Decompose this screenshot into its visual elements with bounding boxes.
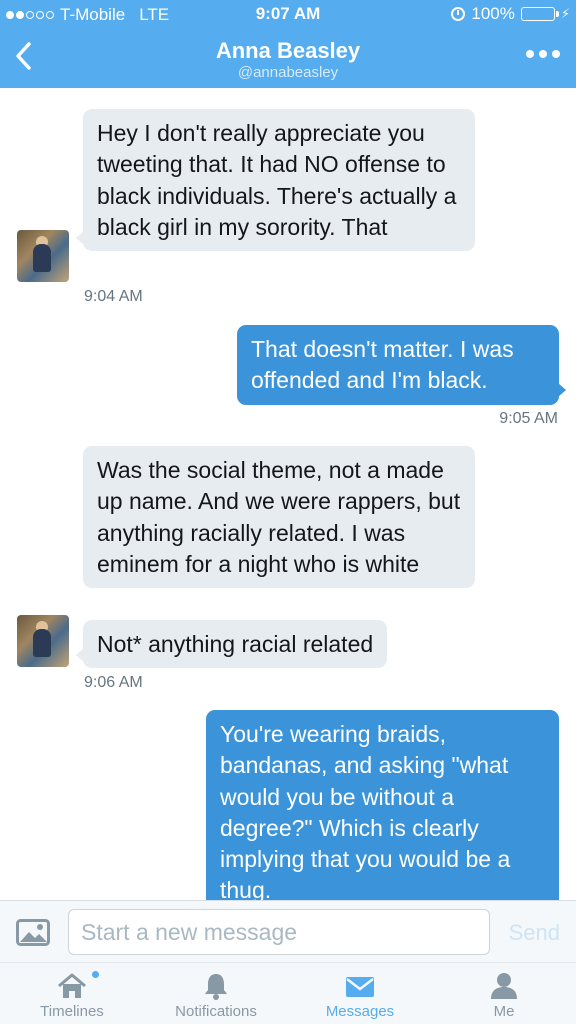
conversation-title[interactable]: Anna Beasley xyxy=(0,38,576,64)
tab-messages[interactable]: Messages xyxy=(288,963,432,1024)
bell-icon xyxy=(205,974,227,1000)
tab-label: Timelines xyxy=(40,1003,104,1020)
message-text: You're wearing braids, bandanas, and ask… xyxy=(220,721,511,900)
message-composer: Send xyxy=(0,900,576,962)
tab-notifications[interactable]: Notifications xyxy=(144,963,288,1024)
message-input[interactable] xyxy=(68,909,490,955)
message-bubble-incoming[interactable]: Not* anything racial related xyxy=(75,620,388,669)
tab-me[interactable]: Me xyxy=(432,963,576,1024)
image-icon[interactable] xyxy=(16,919,50,946)
top-bar: T-Mobile LTE 9:07 AM 100% ⚡ Anna Beasley… xyxy=(0,0,576,88)
unread-dot xyxy=(92,971,99,978)
tab-bar: Timelines Notifications Messages Me xyxy=(0,962,576,1024)
message-text: Was the social theme, not a made up name… xyxy=(97,457,461,577)
message-timestamp: 9:05 AM xyxy=(499,410,558,427)
message-bubble-outgoing[interactable]: That doesn't matter. I was offended and … xyxy=(237,325,566,405)
tab-label: Me xyxy=(493,1003,515,1020)
home-icon xyxy=(58,973,86,998)
message-bubble-outgoing[interactable]: You're wearing braids, bandanas, and ask… xyxy=(206,710,559,900)
tab-timelines[interactable]: Timelines xyxy=(0,963,144,1024)
dm-conversation-screen: T-Mobile LTE 9:07 AM 100% ⚡ Anna Beasley… xyxy=(0,0,576,1024)
message-bubble-incoming[interactable]: Was the social theme, not a made up name… xyxy=(83,446,475,589)
person-icon xyxy=(491,973,517,999)
avatar[interactable] xyxy=(17,615,69,667)
status-bar: T-Mobile LTE 9:07 AM 100% ⚡ xyxy=(0,0,576,30)
more-options-button[interactable] xyxy=(526,50,560,58)
tab-label: Notifications xyxy=(175,1003,257,1020)
battery-icon xyxy=(520,7,559,21)
message-list[interactable]: Hey I don't really appreciate you tweeti… xyxy=(0,88,576,900)
send-button[interactable]: Send xyxy=(509,920,560,946)
battery-percent: 100% xyxy=(471,4,515,23)
message-bubble-incoming[interactable]: Hey I don't really appreciate you tweeti… xyxy=(76,109,475,252)
message-timestamp: 9:06 AM xyxy=(84,674,143,691)
message-text: Not* anything racial related xyxy=(97,631,374,657)
message-text: Hey I don't really appreciate you tweeti… xyxy=(97,120,457,240)
conversation-handle: @annabeasley xyxy=(237,64,339,81)
alarm-icon xyxy=(451,7,466,21)
tab-label: Messages xyxy=(325,1003,395,1020)
more-dots-icon xyxy=(526,50,534,58)
message-timestamp: 9:04 AM xyxy=(84,288,143,305)
envelope-icon xyxy=(346,977,374,997)
charging-icon: ⚡ xyxy=(560,6,570,21)
avatar[interactable] xyxy=(17,230,69,282)
message-text: That doesn't matter. I was offended and … xyxy=(251,336,514,394)
